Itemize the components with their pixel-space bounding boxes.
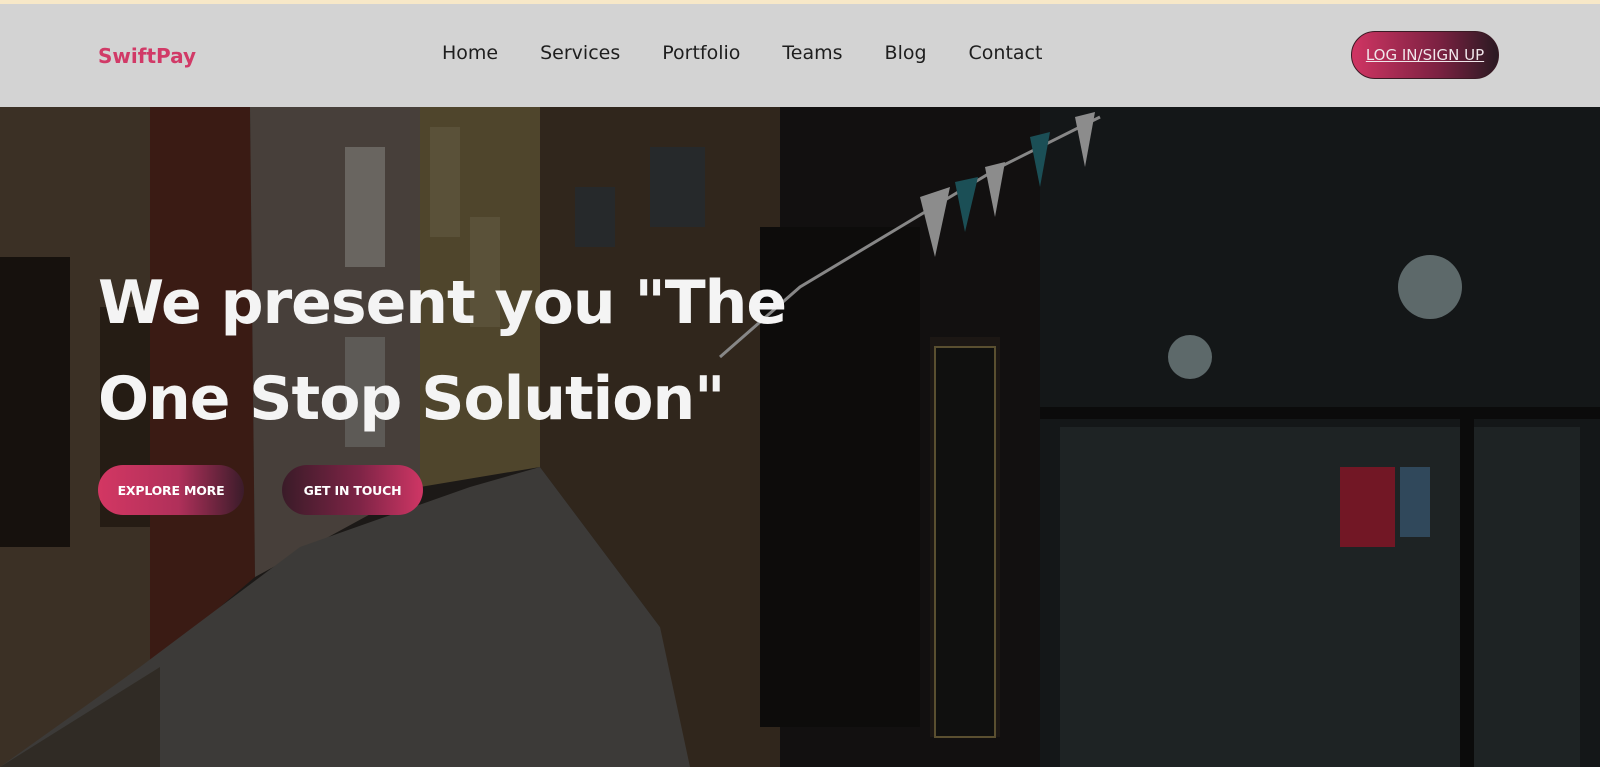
hero-actions: EXPLORE MORE GET IN TOUCH: [98, 465, 423, 515]
nav-contact[interactable]: Contact: [969, 42, 1043, 64]
navbar: SwiftPay Home Services Portfolio Teams B…: [0, 4, 1600, 107]
nav-portfolio[interactable]: Portfolio: [662, 42, 740, 64]
hero-section: We present you "The One Stop Solution" E…: [0, 107, 1600, 767]
nav-teams[interactable]: Teams: [782, 42, 842, 64]
explore-more-button[interactable]: EXPLORE MORE: [98, 465, 244, 515]
brand-logo[interactable]: SwiftPay: [98, 44, 196, 68]
nav-blog[interactable]: Blog: [885, 42, 927, 64]
get-in-touch-button[interactable]: GET IN TOUCH: [282, 465, 423, 515]
nav-home[interactable]: Home: [442, 42, 498, 64]
hero-title: We present you "The One Stop Solution": [98, 268, 787, 434]
main-nav: Home Services Portfolio Teams Blog Conta…: [442, 42, 1042, 64]
login-signup-button[interactable]: LOG IN/SIGN UP: [1351, 31, 1499, 79]
nav-services[interactable]: Services: [540, 42, 620, 64]
